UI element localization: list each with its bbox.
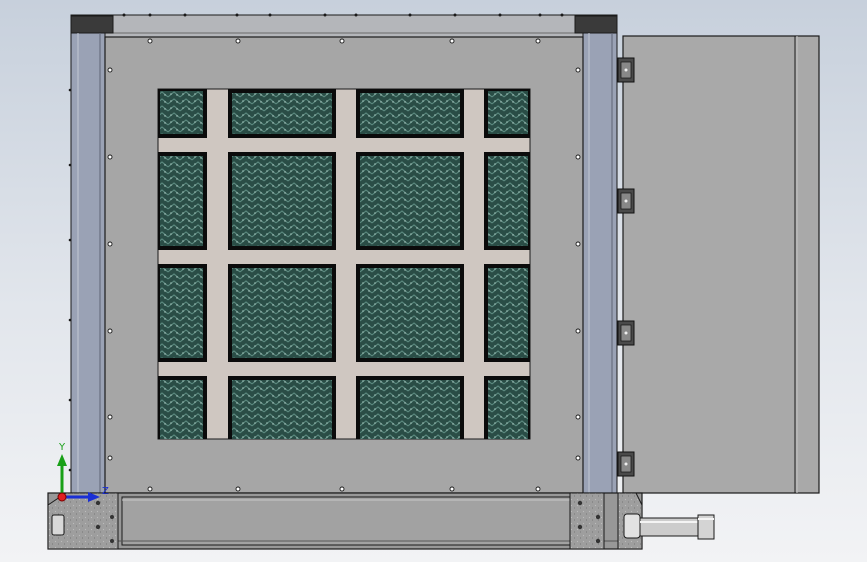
triad-z-label: Z bbox=[102, 486, 109, 497]
top-left-cap bbox=[70, 15, 114, 34]
cooler-model[interactable] bbox=[0, 0, 867, 562]
drain-pipe bbox=[623, 513, 715, 540]
hinge bbox=[617, 188, 635, 214]
hinge bbox=[617, 57, 635, 83]
triad-y-label: Y bbox=[59, 442, 66, 453]
right-frame-post bbox=[582, 32, 618, 496]
base-corner-plate-left bbox=[47, 492, 119, 550]
triad-y-arrow bbox=[57, 454, 67, 466]
graphics-viewport[interactable]: Y Z bbox=[0, 0, 867, 562]
triad-x-axis-dot bbox=[57, 492, 67, 502]
left-frame-post bbox=[70, 32, 106, 496]
hinge bbox=[617, 320, 635, 346]
cooling-media-grid bbox=[157, 88, 531, 440]
top-right-cap bbox=[574, 15, 618, 34]
hinge bbox=[617, 451, 635, 477]
side-door[interactable] bbox=[622, 35, 820, 494]
water-tank-base bbox=[47, 492, 643, 550]
top-rail bbox=[70, 14, 618, 38]
